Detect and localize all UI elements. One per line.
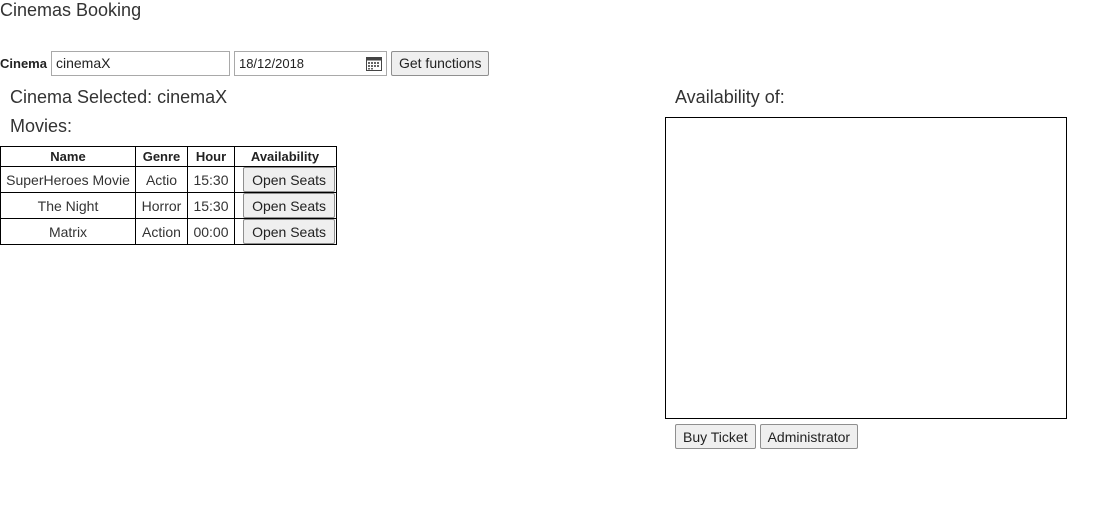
movie-genre: Actio — [135, 166, 188, 193]
header-availability: Availability — [234, 146, 337, 167]
movies-heading: Movies: — [10, 116, 73, 136]
action-buttons: Buy Ticket Administrator — [675, 424, 859, 449]
header-genre: Genre — [135, 146, 188, 167]
date-field[interactable]: 18/12/2018 — [233, 50, 387, 76]
cinema-label: Cinema — [0, 55, 47, 71]
cinema-selected-text: Cinema Selected: cinemaX — [10, 87, 228, 107]
date-value: 18/12/2018 — [238, 55, 305, 71]
movie-hour: 15:30 — [187, 166, 235, 193]
buy-ticket-button[interactable]: Buy Ticket — [675, 424, 756, 449]
table-row: Matrix Action 00:00 Open Seats — [0, 218, 337, 245]
app-title: Cinemas Booking — [0, 0, 142, 20]
availability-title: Availability of: — [675, 87, 785, 107]
search-form: Cinema 18/12/2018 Get functions — [0, 50, 490, 76]
get-functions-button[interactable]: Get functions — [390, 50, 490, 76]
movie-name: SuperHeroes Movie — [0, 166, 136, 193]
movie-genre: Horror — [135, 192, 188, 219]
movie-name: The Night — [0, 192, 136, 219]
open-seats-button[interactable]: Open Seats — [243, 193, 335, 218]
movie-genre: Action — [135, 218, 188, 245]
movies-table: Name Genre Hour Availability SuperHeroes… — [0, 146, 337, 245]
open-seats-button[interactable]: Open Seats — [243, 167, 335, 192]
table-header-row: Name Genre Hour Availability — [0, 146, 337, 167]
table-row: The Night Horror 15:30 Open Seats — [0, 192, 337, 219]
availability-cell: Open Seats — [234, 192, 337, 219]
movie-hour: 00:00 — [187, 218, 235, 245]
open-seats-button[interactable]: Open Seats — [243, 219, 335, 244]
cinema-input[interactable] — [50, 50, 230, 76]
table-row: SuperHeroes Movie Actio 15:30 Open Seats — [0, 166, 337, 193]
header-hour: Hour — [187, 146, 235, 167]
availability-cell: Open Seats — [234, 166, 337, 193]
movie-name: Matrix — [0, 218, 136, 245]
seat-map-canvas[interactable] — [665, 117, 1067, 419]
calendar-icon[interactable] — [365, 56, 382, 71]
movie-hour: 15:30 — [187, 192, 235, 219]
administrator-button[interactable]: Administrator — [759, 424, 859, 449]
cinema-booking-page: Cinemas Booking Cinema 18/12/2018 Get fu… — [0, 0, 1109, 514]
header-name: Name — [0, 146, 136, 167]
availability-cell: Open Seats — [234, 218, 337, 245]
